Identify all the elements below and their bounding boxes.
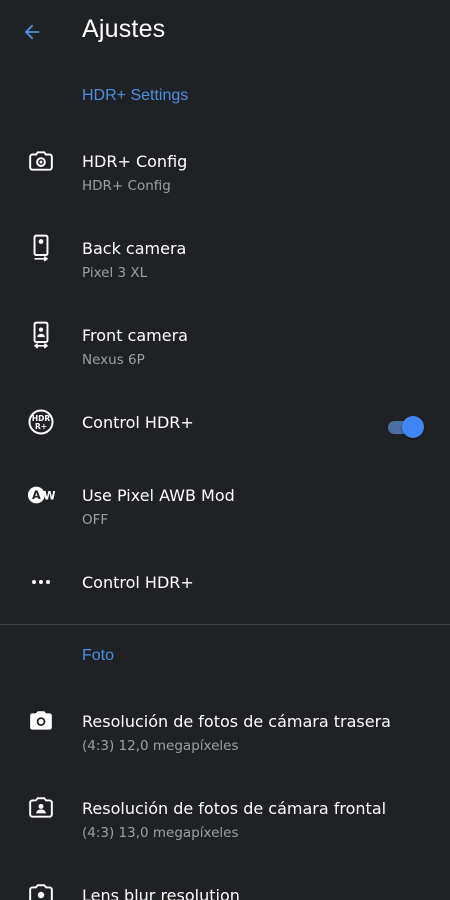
pref-summary: HDR+ Config — [82, 178, 171, 194]
pref-summary: OFF — [82, 512, 109, 528]
pref-rear-photo-resolution[interactable]: Resolución de fotos de cámara trasera (4… — [0, 700, 450, 770]
pref-summary: (4:3) 12,0 megapíxeles — [82, 738, 239, 754]
control-hdr-toggle[interactable] — [386, 416, 424, 438]
pref-use-pixel-awb-mod[interactable]: A W Use Pixel AWB Mod OFF — [0, 474, 450, 544]
pref-summary: Pixel 3 XL — [82, 265, 148, 281]
section-header-hdr-settings: HDR+ Settings — [82, 87, 189, 104]
pref-summary: (4:3) 13,0 megapíxeles — [82, 825, 239, 841]
phone-front-camera-icon — [27, 321, 55, 349]
pref-title: Resolución de fotos de cámara trasera — [82, 712, 391, 731]
app-bar: Ajustes — [0, 0, 450, 66]
pref-title: Back camera — [82, 239, 187, 258]
pref-title: Control HDR+ — [82, 573, 194, 592]
more-horiz-icon — [27, 568, 55, 596]
pref-hdr-config[interactable]: HDR+ Config HDR+ Config — [0, 140, 450, 210]
svg-text:A: A — [32, 489, 41, 502]
pref-title: HDR+ Config — [82, 152, 188, 171]
pref-title: Lens blur resolution — [82, 886, 240, 900]
phone-rear-camera-icon — [27, 234, 55, 262]
pref-front-photo-resolution[interactable]: Resolución de fotos de cámara frontal (4… — [0, 787, 450, 857]
section-divider — [0, 624, 450, 625]
pref-back-camera[interactable]: Back camera Pixel 3 XL — [0, 227, 450, 297]
pref-title: Use Pixel AWB Mod — [82, 486, 235, 505]
camera-settings-icon — [27, 147, 55, 175]
pref-summary: Nexus 6P — [82, 352, 145, 368]
page-title: Ajustes — [82, 15, 166, 43]
toggle-thumb — [402, 416, 424, 438]
pref-title: Resolución de fotos de cámara frontal — [82, 799, 387, 818]
section-header-foto: Foto — [82, 647, 115, 664]
settings-screen: Ajustes HDR+ Settings HDR+ Config HDR+ C… — [0, 0, 450, 900]
arrow-back-icon — [24, 24, 40, 40]
hdr-plus-icon: HDR R+ — [27, 408, 55, 436]
rear-camera-icon — [27, 707, 55, 735]
pref-control-hdr-switch[interactable]: HDR R+ Control HDR+ — [0, 400, 450, 450]
pref-title: Control HDR+ — [82, 413, 194, 432]
back-button[interactable] — [14, 14, 50, 50]
front-camera-icon — [27, 794, 55, 822]
pref-control-hdr-more[interactable]: Control HDR+ — [0, 560, 450, 610]
pref-front-camera[interactable]: Front camera Nexus 6P — [0, 314, 450, 384]
pref-title: Front camera — [82, 326, 188, 345]
lens-blur-icon — [27, 881, 55, 900]
awb-icon: A W — [27, 481, 55, 509]
svg-text:W: W — [43, 490, 55, 503]
svg-text:R+: R+ — [35, 422, 47, 431]
pref-lens-blur-resolution[interactable]: Lens blur resolution — [0, 874, 450, 900]
